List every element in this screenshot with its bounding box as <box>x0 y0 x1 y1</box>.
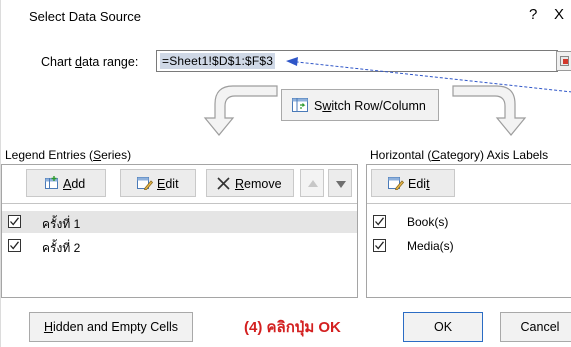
ok-button[interactable]: OK <box>403 312 483 342</box>
title-bar: Select Data Source ? X <box>1 0 571 32</box>
remove-series-button[interactable]: Remove <box>206 169 294 197</box>
move-down-arrow-icon <box>336 181 346 188</box>
axis-item-label: Media(s) <box>407 239 454 253</box>
axis-labels-panel: Edit Book(s) Media(s) <box>366 164 571 298</box>
switch-row-column-button[interactable]: Switch Row/Column <box>281 89 439 121</box>
edit-axis-icon <box>388 177 404 190</box>
move-up-button[interactable] <box>300 169 324 197</box>
axis-list-item[interactable]: Media(s) <box>367 235 571 257</box>
add-series-label: Add <box>63 177 86 191</box>
edit-series-label: Edit <box>157 177 179 191</box>
edit-axis-labels-button[interactable]: Edit <box>371 169 455 197</box>
legend-entries-panel: Add Edit Remove ครั้งที่ 1 ครั้งที่ 2 <box>1 164 358 298</box>
chart-data-range-label: Chart data range: <box>41 55 139 69</box>
select-data-source-dialog: Select Data Source ? X Chart data range:… <box>0 0 571 347</box>
switch-row-column-label: Switch Row/Column <box>314 99 426 113</box>
curved-arrow-left-icon <box>203 85 278 136</box>
move-down-button[interactable] <box>328 169 352 197</box>
series-checkbox[interactable] <box>8 215 21 228</box>
axis-toolbar: Edit <box>367 165 571 204</box>
series-checkbox[interactable] <box>8 239 21 252</box>
collapse-dialog-button[interactable] <box>556 51 571 71</box>
dialog-title: Select Data Source <box>29 9 142 24</box>
series-label: ครั้งที่ 2 <box>42 241 81 255</box>
legend-entries-heading: Legend Entries (Series) <box>5 148 132 162</box>
instruction-annotation: (4) คลิกปุ่ม OK <box>244 319 341 336</box>
legend-toolbar: Add Edit Remove <box>2 165 357 204</box>
hidden-and-empty-cells-button[interactable]: Hidden and Empty Cells <box>29 312 193 342</box>
series-list-item[interactable]: ครั้งที่ 2 <box>2 235 357 257</box>
curved-arrow-right-icon <box>452 85 527 136</box>
remove-icon <box>217 177 230 190</box>
series-label: ครั้งที่ 1 <box>42 217 81 231</box>
axis-list-item[interactable]: Book(s) <box>367 211 571 233</box>
axis-labels-heading: Horizontal (Category) Axis Labels <box>370 148 549 162</box>
remove-series-label: Remove <box>235 177 282 191</box>
axis-checkbox[interactable] <box>373 215 386 228</box>
add-series-icon <box>45 176 58 189</box>
close-button[interactable]: X <box>554 6 564 23</box>
chart-data-range-input[interactable]: =Sheet1!$D$1:$F$3 <box>156 50 558 72</box>
switch-row-column-icon <box>292 98 308 112</box>
edit-axis-label: Edit <box>408 177 430 191</box>
edit-series-icon <box>137 177 153 190</box>
help-button[interactable]: ? <box>529 6 537 23</box>
axis-checkbox[interactable] <box>373 239 386 252</box>
series-list-item[interactable]: ครั้งที่ 1 <box>2 211 357 233</box>
chart-data-range-value: =Sheet1!$D$1:$F$3 <box>160 53 276 69</box>
axis-item-label: Book(s) <box>407 215 449 229</box>
add-series-button[interactable]: Add <box>26 169 106 197</box>
move-up-arrow-icon <box>308 180 318 187</box>
edit-series-button[interactable]: Edit <box>120 169 196 197</box>
cancel-button[interactable]: Cancel <box>500 312 571 342</box>
